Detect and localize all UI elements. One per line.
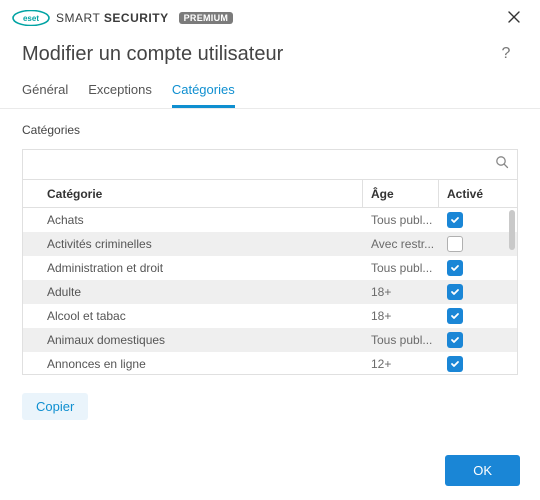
cell-enabled [439, 212, 505, 228]
cell-age: 12+ [363, 357, 439, 371]
enabled-checkbox[interactable] [447, 284, 463, 300]
cell-enabled [439, 332, 505, 348]
table-row[interactable]: Annonces en ligne12+ [23, 352, 517, 375]
table-row[interactable]: Administration et droitTous publ... [23, 256, 517, 280]
cell-enabled [439, 356, 505, 372]
search-row[interactable] [22, 149, 518, 179]
cell-age: 18+ [363, 309, 439, 323]
table-row[interactable]: Animaux domestiquesTous publ... [23, 328, 517, 352]
tab-exceptions[interactable]: Exceptions [88, 76, 152, 108]
cell-category: Animaux domestiques [23, 333, 363, 347]
enabled-checkbox[interactable] [447, 260, 463, 276]
cell-enabled [439, 284, 505, 300]
ok-button[interactable]: OK [445, 455, 520, 486]
table-row[interactable]: AchatsTous publ... [23, 208, 517, 232]
section-label: Catégories [22, 123, 518, 137]
column-header-category[interactable]: Catégorie [23, 180, 363, 207]
column-header-enabled[interactable]: Activé [439, 180, 505, 207]
close-button[interactable] [500, 4, 528, 32]
copy-button[interactable]: Copier [22, 393, 88, 420]
cell-enabled [439, 236, 505, 252]
cell-category: Alcool et tabac [23, 309, 363, 323]
tab-general[interactable]: Général [22, 76, 68, 108]
table-row[interactable]: Activités criminellesAvec restr... [23, 232, 517, 256]
cell-age: 18+ [363, 285, 439, 299]
premium-badge: PREMIUM [179, 12, 234, 24]
help-button[interactable]: ? [494, 42, 518, 66]
page-title: Modifier un compte utilisateur [22, 43, 283, 66]
tab-categories[interactable]: Catégories [172, 76, 235, 108]
enabled-checkbox[interactable] [447, 236, 463, 252]
enabled-checkbox[interactable] [447, 212, 463, 228]
cell-enabled [439, 308, 505, 324]
cell-age: Tous publ... [363, 213, 439, 227]
cell-enabled [439, 260, 505, 276]
enabled-checkbox[interactable] [447, 332, 463, 348]
close-icon [508, 11, 520, 26]
cell-age: Avec restr... [363, 237, 439, 251]
help-icon: ? [502, 45, 511, 63]
cell-category: Adulte [23, 285, 363, 299]
tabs: Général Exceptions Catégories [0, 70, 540, 109]
categories-table: Catégorie Âge Activé AchatsTous publ...A… [22, 179, 518, 375]
search-icon [495, 155, 509, 174]
cell-age: Tous publ... [363, 261, 439, 275]
column-header-age[interactable]: Âge [363, 180, 439, 207]
cell-age: Tous publ... [363, 333, 439, 347]
table-row[interactable]: Alcool et tabac18+ [23, 304, 517, 328]
cell-category: Annonces en ligne [23, 357, 363, 371]
product-name: SMART SECURITY [56, 11, 169, 25]
enabled-checkbox[interactable] [447, 356, 463, 372]
eset-logo: eset [12, 10, 50, 26]
cell-category: Administration et droit [23, 261, 363, 275]
enabled-checkbox[interactable] [447, 308, 463, 324]
svg-text:eset: eset [23, 14, 39, 23]
table-row[interactable]: Adulte18+ [23, 280, 517, 304]
cell-category: Activités criminelles [23, 237, 363, 251]
scrollbar-thumb[interactable] [509, 210, 515, 250]
cell-category: Achats [23, 213, 363, 227]
